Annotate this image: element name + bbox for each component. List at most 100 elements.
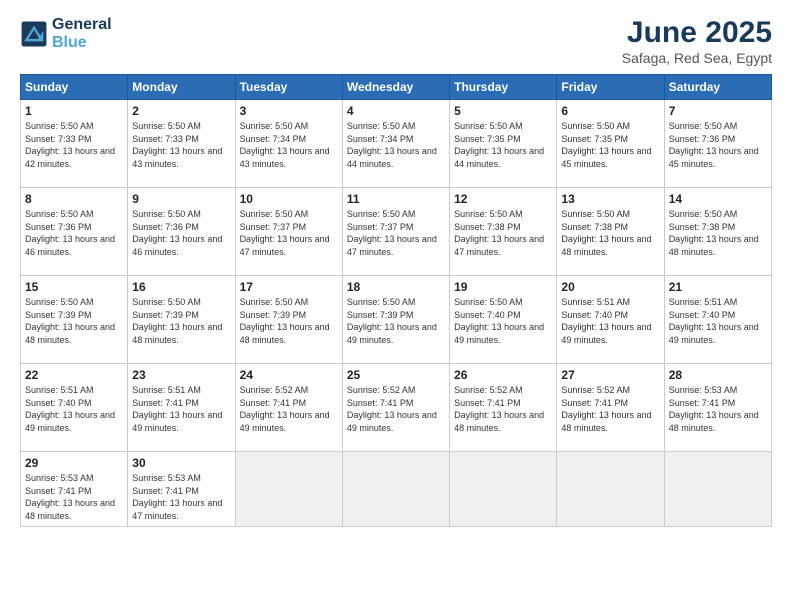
day-info: Sunrise: 5:50 AMSunset: 7:33 PMDaylight:… bbox=[132, 120, 230, 170]
weekday-header-sunday: Sunday bbox=[21, 75, 128, 100]
table-row: 5 Sunrise: 5:50 AMSunset: 7:35 PMDayligh… bbox=[450, 100, 557, 188]
day-number: 15 bbox=[25, 280, 123, 294]
month-title: June 2025 bbox=[622, 16, 772, 50]
table-row: 30 Sunrise: 5:53 AMSunset: 7:41 PMDaylig… bbox=[128, 452, 235, 527]
day-info: Sunrise: 5:52 AMSunset: 7:41 PMDaylight:… bbox=[561, 384, 659, 434]
day-number: 2 bbox=[132, 104, 230, 118]
table-row: 20 Sunrise: 5:51 AMSunset: 7:40 PMDaylig… bbox=[557, 276, 664, 364]
day-number: 10 bbox=[240, 192, 338, 206]
day-info: Sunrise: 5:50 AMSunset: 7:36 PMDaylight:… bbox=[669, 120, 767, 170]
day-number: 27 bbox=[561, 368, 659, 382]
day-number: 7 bbox=[669, 104, 767, 118]
day-info: Sunrise: 5:53 AMSunset: 7:41 PMDaylight:… bbox=[132, 472, 230, 522]
weekday-header-wednesday: Wednesday bbox=[342, 75, 449, 100]
table-row: 19 Sunrise: 5:50 AMSunset: 7:40 PMDaylig… bbox=[450, 276, 557, 364]
weekday-header-saturday: Saturday bbox=[664, 75, 771, 100]
table-row bbox=[450, 452, 557, 527]
table-row: 26 Sunrise: 5:52 AMSunset: 7:41 PMDaylig… bbox=[450, 364, 557, 452]
day-number: 9 bbox=[132, 192, 230, 206]
day-number: 16 bbox=[132, 280, 230, 294]
day-info: Sunrise: 5:50 AMSunset: 7:35 PMDaylight:… bbox=[454, 120, 552, 170]
table-row: 4 Sunrise: 5:50 AMSunset: 7:34 PMDayligh… bbox=[342, 100, 449, 188]
table-row: 11 Sunrise: 5:50 AMSunset: 7:37 PMDaylig… bbox=[342, 188, 449, 276]
day-number: 24 bbox=[240, 368, 338, 382]
day-number: 28 bbox=[669, 368, 767, 382]
day-info: Sunrise: 5:50 AMSunset: 7:36 PMDaylight:… bbox=[132, 208, 230, 258]
table-row: 21 Sunrise: 5:51 AMSunset: 7:40 PMDaylig… bbox=[664, 276, 771, 364]
table-row: 7 Sunrise: 5:50 AMSunset: 7:36 PMDayligh… bbox=[664, 100, 771, 188]
day-number: 22 bbox=[25, 368, 123, 382]
table-row: 24 Sunrise: 5:52 AMSunset: 7:41 PMDaylig… bbox=[235, 364, 342, 452]
title-block: June 2025 Safaga, Red Sea, Egypt bbox=[622, 16, 772, 66]
table-row: 25 Sunrise: 5:52 AMSunset: 7:41 PMDaylig… bbox=[342, 364, 449, 452]
day-info: Sunrise: 5:50 AMSunset: 7:34 PMDaylight:… bbox=[240, 120, 338, 170]
weekday-header-thursday: Thursday bbox=[450, 75, 557, 100]
logo-text: General Blue bbox=[52, 16, 112, 51]
table-row bbox=[235, 452, 342, 527]
logo-icon bbox=[20, 20, 48, 48]
logo: General Blue bbox=[20, 16, 112, 51]
day-number: 29 bbox=[25, 456, 123, 470]
table-row: 17 Sunrise: 5:50 AMSunset: 7:39 PMDaylig… bbox=[235, 276, 342, 364]
day-number: 20 bbox=[561, 280, 659, 294]
table-row: 10 Sunrise: 5:50 AMSunset: 7:37 PMDaylig… bbox=[235, 188, 342, 276]
weekday-header-friday: Friday bbox=[557, 75, 664, 100]
day-info: Sunrise: 5:50 AMSunset: 7:39 PMDaylight:… bbox=[347, 296, 445, 346]
table-row bbox=[342, 452, 449, 527]
table-row: 1 Sunrise: 5:50 AMSunset: 7:33 PMDayligh… bbox=[21, 100, 128, 188]
day-info: Sunrise: 5:52 AMSunset: 7:41 PMDaylight:… bbox=[454, 384, 552, 434]
day-number: 26 bbox=[454, 368, 552, 382]
day-number: 18 bbox=[347, 280, 445, 294]
day-info: Sunrise: 5:50 AMSunset: 7:37 PMDaylight:… bbox=[347, 208, 445, 258]
table-row: 18 Sunrise: 5:50 AMSunset: 7:39 PMDaylig… bbox=[342, 276, 449, 364]
table-row: 14 Sunrise: 5:50 AMSunset: 7:38 PMDaylig… bbox=[664, 188, 771, 276]
weekday-header-tuesday: Tuesday bbox=[235, 75, 342, 100]
table-row: 6 Sunrise: 5:50 AMSunset: 7:35 PMDayligh… bbox=[557, 100, 664, 188]
day-info: Sunrise: 5:51 AMSunset: 7:40 PMDaylight:… bbox=[25, 384, 123, 434]
table-row: 23 Sunrise: 5:51 AMSunset: 7:41 PMDaylig… bbox=[128, 364, 235, 452]
day-info: Sunrise: 5:50 AMSunset: 7:39 PMDaylight:… bbox=[25, 296, 123, 346]
day-info: Sunrise: 5:50 AMSunset: 7:38 PMDaylight:… bbox=[454, 208, 552, 258]
day-info: Sunrise: 5:50 AMSunset: 7:38 PMDaylight:… bbox=[669, 208, 767, 258]
day-number: 5 bbox=[454, 104, 552, 118]
day-number: 4 bbox=[347, 104, 445, 118]
day-number: 23 bbox=[132, 368, 230, 382]
table-row: 28 Sunrise: 5:53 AMSunset: 7:41 PMDaylig… bbox=[664, 364, 771, 452]
day-info: Sunrise: 5:50 AMSunset: 7:33 PMDaylight:… bbox=[25, 120, 123, 170]
table-row: 12 Sunrise: 5:50 AMSunset: 7:38 PMDaylig… bbox=[450, 188, 557, 276]
day-info: Sunrise: 5:50 AMSunset: 7:40 PMDaylight:… bbox=[454, 296, 552, 346]
day-number: 19 bbox=[454, 280, 552, 294]
day-number: 17 bbox=[240, 280, 338, 294]
table-row: 3 Sunrise: 5:50 AMSunset: 7:34 PMDayligh… bbox=[235, 100, 342, 188]
table-row: 15 Sunrise: 5:50 AMSunset: 7:39 PMDaylig… bbox=[21, 276, 128, 364]
day-info: Sunrise: 5:53 AMSunset: 7:41 PMDaylight:… bbox=[669, 384, 767, 434]
table-row bbox=[557, 452, 664, 527]
day-info: Sunrise: 5:50 AMSunset: 7:38 PMDaylight:… bbox=[561, 208, 659, 258]
day-info: Sunrise: 5:50 AMSunset: 7:39 PMDaylight:… bbox=[132, 296, 230, 346]
day-info: Sunrise: 5:50 AMSunset: 7:37 PMDaylight:… bbox=[240, 208, 338, 258]
table-row: 9 Sunrise: 5:50 AMSunset: 7:36 PMDayligh… bbox=[128, 188, 235, 276]
day-number: 30 bbox=[132, 456, 230, 470]
day-number: 1 bbox=[25, 104, 123, 118]
day-number: 21 bbox=[669, 280, 767, 294]
day-info: Sunrise: 5:51 AMSunset: 7:40 PMDaylight:… bbox=[669, 296, 767, 346]
table-row bbox=[664, 452, 771, 527]
table-row: 2 Sunrise: 5:50 AMSunset: 7:33 PMDayligh… bbox=[128, 100, 235, 188]
weekday-header-monday: Monday bbox=[128, 75, 235, 100]
table-row: 8 Sunrise: 5:50 AMSunset: 7:36 PMDayligh… bbox=[21, 188, 128, 276]
table-row: 22 Sunrise: 5:51 AMSunset: 7:40 PMDaylig… bbox=[21, 364, 128, 452]
day-info: Sunrise: 5:50 AMSunset: 7:34 PMDaylight:… bbox=[347, 120, 445, 170]
day-number: 11 bbox=[347, 192, 445, 206]
table-row: 13 Sunrise: 5:50 AMSunset: 7:38 PMDaylig… bbox=[557, 188, 664, 276]
day-info: Sunrise: 5:50 AMSunset: 7:35 PMDaylight:… bbox=[561, 120, 659, 170]
day-number: 25 bbox=[347, 368, 445, 382]
day-info: Sunrise: 5:51 AMSunset: 7:41 PMDaylight:… bbox=[132, 384, 230, 434]
table-row: 27 Sunrise: 5:52 AMSunset: 7:41 PMDaylig… bbox=[557, 364, 664, 452]
location-title: Safaga, Red Sea, Egypt bbox=[622, 50, 772, 66]
calendar: SundayMondayTuesdayWednesdayThursdayFrid… bbox=[20, 74, 772, 527]
day-number: 14 bbox=[669, 192, 767, 206]
table-row: 16 Sunrise: 5:50 AMSunset: 7:39 PMDaylig… bbox=[128, 276, 235, 364]
day-info: Sunrise: 5:51 AMSunset: 7:40 PMDaylight:… bbox=[561, 296, 659, 346]
table-row: 29 Sunrise: 5:53 AMSunset: 7:41 PMDaylig… bbox=[21, 452, 128, 527]
day-number: 12 bbox=[454, 192, 552, 206]
